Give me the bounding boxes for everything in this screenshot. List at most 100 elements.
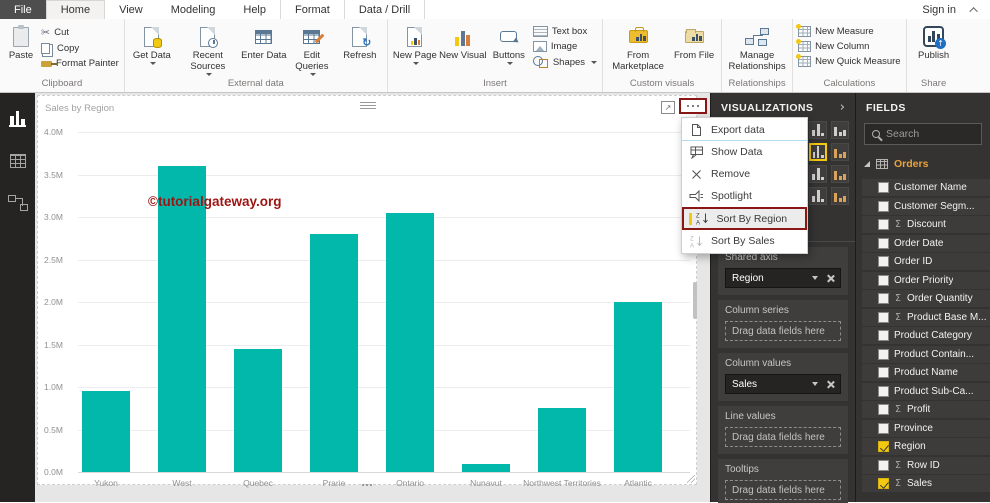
tab-modeling[interactable]: Modeling xyxy=(157,0,230,19)
field-checkbox[interactable] xyxy=(878,385,889,397)
sign-in-button[interactable]: Sign in xyxy=(922,4,956,16)
field-checkbox[interactable] xyxy=(878,293,889,304)
field-checkbox[interactable] xyxy=(878,256,889,267)
field-row-order-quantity[interactable]: Σ Order Quantity xyxy=(862,290,990,307)
publish-button[interactable]: ↑ Publish xyxy=(910,21,958,62)
collapse-ribbon-icon[interactable] xyxy=(969,6,978,16)
visual-type-icon[interactable] xyxy=(831,165,849,183)
field-pill-sales[interactable]: Sales xyxy=(725,374,841,394)
new-visual-button[interactable]: New Visual xyxy=(439,21,487,62)
report-canvas[interactable]: Sales by Region 0.0M 0.5M 1.0M 1.5M 2.0M 2.5M… xyxy=(35,93,710,502)
shapes-button[interactable]: Shapes xyxy=(532,56,598,68)
table-orders[interactable]: Orders xyxy=(864,155,982,172)
field-checkbox[interactable] xyxy=(878,219,889,230)
report-view-icon[interactable] xyxy=(9,111,26,127)
field-row-profit[interactable]: Σ Profit xyxy=(862,401,990,418)
visual-type-icon[interactable] xyxy=(831,121,849,139)
visual-type-icon-line-and-clustered-column-chart[interactable] xyxy=(809,143,827,161)
drop-field-target[interactable]: Drag data fields here xyxy=(725,321,841,341)
bar-west[interactable] xyxy=(158,166,206,472)
field-checkbox[interactable] xyxy=(878,237,889,249)
field-row-order-priority[interactable]: ΣOrder Priority xyxy=(862,271,990,289)
recent-sources-button[interactable]: Recent Sources xyxy=(176,21,240,76)
manage-relationships-button[interactable]: Manage Relationships xyxy=(725,21,789,73)
field-pill-region[interactable]: Region xyxy=(725,268,841,288)
field-row-province[interactable]: ΣProvince xyxy=(862,419,990,437)
tab-view[interactable]: View xyxy=(105,0,157,19)
copy-button[interactable]: Copy xyxy=(41,43,119,54)
text-box-button[interactable]: Text box xyxy=(532,26,597,37)
field-checkbox[interactable] xyxy=(878,200,889,212)
cut-button[interactable]: ✂ Cut xyxy=(41,26,119,39)
field-row-customer-segm[interactable]: ΣCustomer Segm... xyxy=(862,197,990,215)
search-input[interactable] xyxy=(886,128,976,140)
field-row-sales[interactable]: Σ Sales xyxy=(862,475,990,492)
field-checkbox[interactable] xyxy=(878,182,889,193)
visual-type-icon[interactable] xyxy=(831,143,849,161)
model-view-icon[interactable] xyxy=(7,195,28,211)
field-checkbox[interactable] xyxy=(878,459,889,471)
field-checkbox[interactable] xyxy=(878,330,889,341)
image-button[interactable]: Image xyxy=(532,41,597,52)
visual-type-icon[interactable] xyxy=(831,187,849,205)
remove-field-icon[interactable] xyxy=(826,380,834,388)
field-checkbox[interactable] xyxy=(878,367,889,378)
chart-visual[interactable]: Sales by Region 0.0M 0.5M 1.0M 1.5M 2.0M 2.5M… xyxy=(37,95,707,488)
data-view-icon[interactable] xyxy=(9,154,26,168)
focus-mode-icon[interactable]: ↗ xyxy=(661,101,675,114)
resize-grip-icon[interactable] xyxy=(687,475,695,483)
chevron-down-icon[interactable] xyxy=(812,276,818,280)
visual-drag-handle[interactable] xyxy=(360,100,376,111)
from-file-button[interactable]: From File xyxy=(670,21,718,62)
get-data-button[interactable]: Get Data xyxy=(128,21,176,65)
menu-item-spotlight[interactable]: Spotlight xyxy=(682,185,807,207)
field-row-product-category[interactable]: ΣProduct Category xyxy=(862,327,990,344)
bar-prarie[interactable] xyxy=(310,234,358,472)
drop-field-target[interactable]: Drag data fields here xyxy=(725,480,841,500)
tab-help[interactable]: Help xyxy=(229,0,280,19)
field-checkbox[interactable] xyxy=(878,478,889,489)
field-checkbox[interactable] xyxy=(878,441,889,452)
field-row-product-name[interactable]: ΣProduct Name xyxy=(862,364,990,381)
tab-data-drill[interactable]: Data / Drill xyxy=(343,0,426,19)
chevron-down-icon[interactable] xyxy=(812,382,818,386)
bar-quebec[interactable] xyxy=(234,348,282,472)
bar-atlantic[interactable] xyxy=(614,302,662,472)
resize-handle-bottom[interactable] xyxy=(362,484,372,486)
field-checkbox[interactable] xyxy=(878,422,889,434)
format-painter-button[interactable]: Format Painter xyxy=(41,58,119,69)
tab-file[interactable]: File xyxy=(0,0,46,19)
new-column-button[interactable]: New Column xyxy=(796,39,901,52)
from-marketplace-button[interactable]: From Marketplace xyxy=(606,21,670,73)
menu-item-export-data[interactable]: Export data xyxy=(682,119,807,141)
visual-type-icon[interactable] xyxy=(809,187,827,205)
remove-field-icon[interactable] xyxy=(826,274,834,282)
bar-nunavut[interactable] xyxy=(462,463,510,472)
bar-northwest-territories[interactable] xyxy=(538,408,586,472)
field-row-order-id[interactable]: ΣOrder ID xyxy=(862,253,990,270)
refresh-button[interactable]: ↻ Refresh xyxy=(336,21,384,62)
tab-home[interactable]: Home xyxy=(45,0,106,19)
menu-item-show-data[interactable]: Show Data xyxy=(682,141,807,163)
edit-queries-button[interactable]: Edit Queries xyxy=(288,21,336,76)
new-page-button[interactable]: New Page xyxy=(391,21,439,65)
drop-field-target[interactable]: Drag data fields here xyxy=(725,427,841,447)
field-row-discount[interactable]: Σ Discount xyxy=(862,216,990,233)
visual-type-icon[interactable] xyxy=(809,121,827,139)
visual-more-options-button[interactable] xyxy=(679,98,707,114)
field-checkbox[interactable] xyxy=(878,348,889,360)
paste-button[interactable]: Paste xyxy=(3,21,39,62)
menu-item-remove[interactable]: Remove xyxy=(682,163,807,185)
field-checkbox[interactable] xyxy=(878,404,889,415)
visual-scrollbar[interactable] xyxy=(693,282,697,319)
expand-triangle-icon[interactable] xyxy=(864,160,870,167)
menu-item-sort-by-region[interactable]: Z A Sort By Region xyxy=(682,207,807,230)
search-box[interactable] xyxy=(864,123,982,145)
buttons-button[interactable]: Buttons xyxy=(487,21,531,65)
field-row-region[interactable]: ΣRegion xyxy=(862,438,990,455)
bar-ontario[interactable] xyxy=(386,212,434,472)
field-row-row-id[interactable]: Σ Row ID xyxy=(862,456,990,474)
field-checkbox[interactable] xyxy=(878,311,889,323)
field-row-product-sub-ca[interactable]: ΣProduct Sub-Ca... xyxy=(862,382,990,400)
field-row-order-date[interactable]: ΣOrder Date xyxy=(862,234,990,252)
